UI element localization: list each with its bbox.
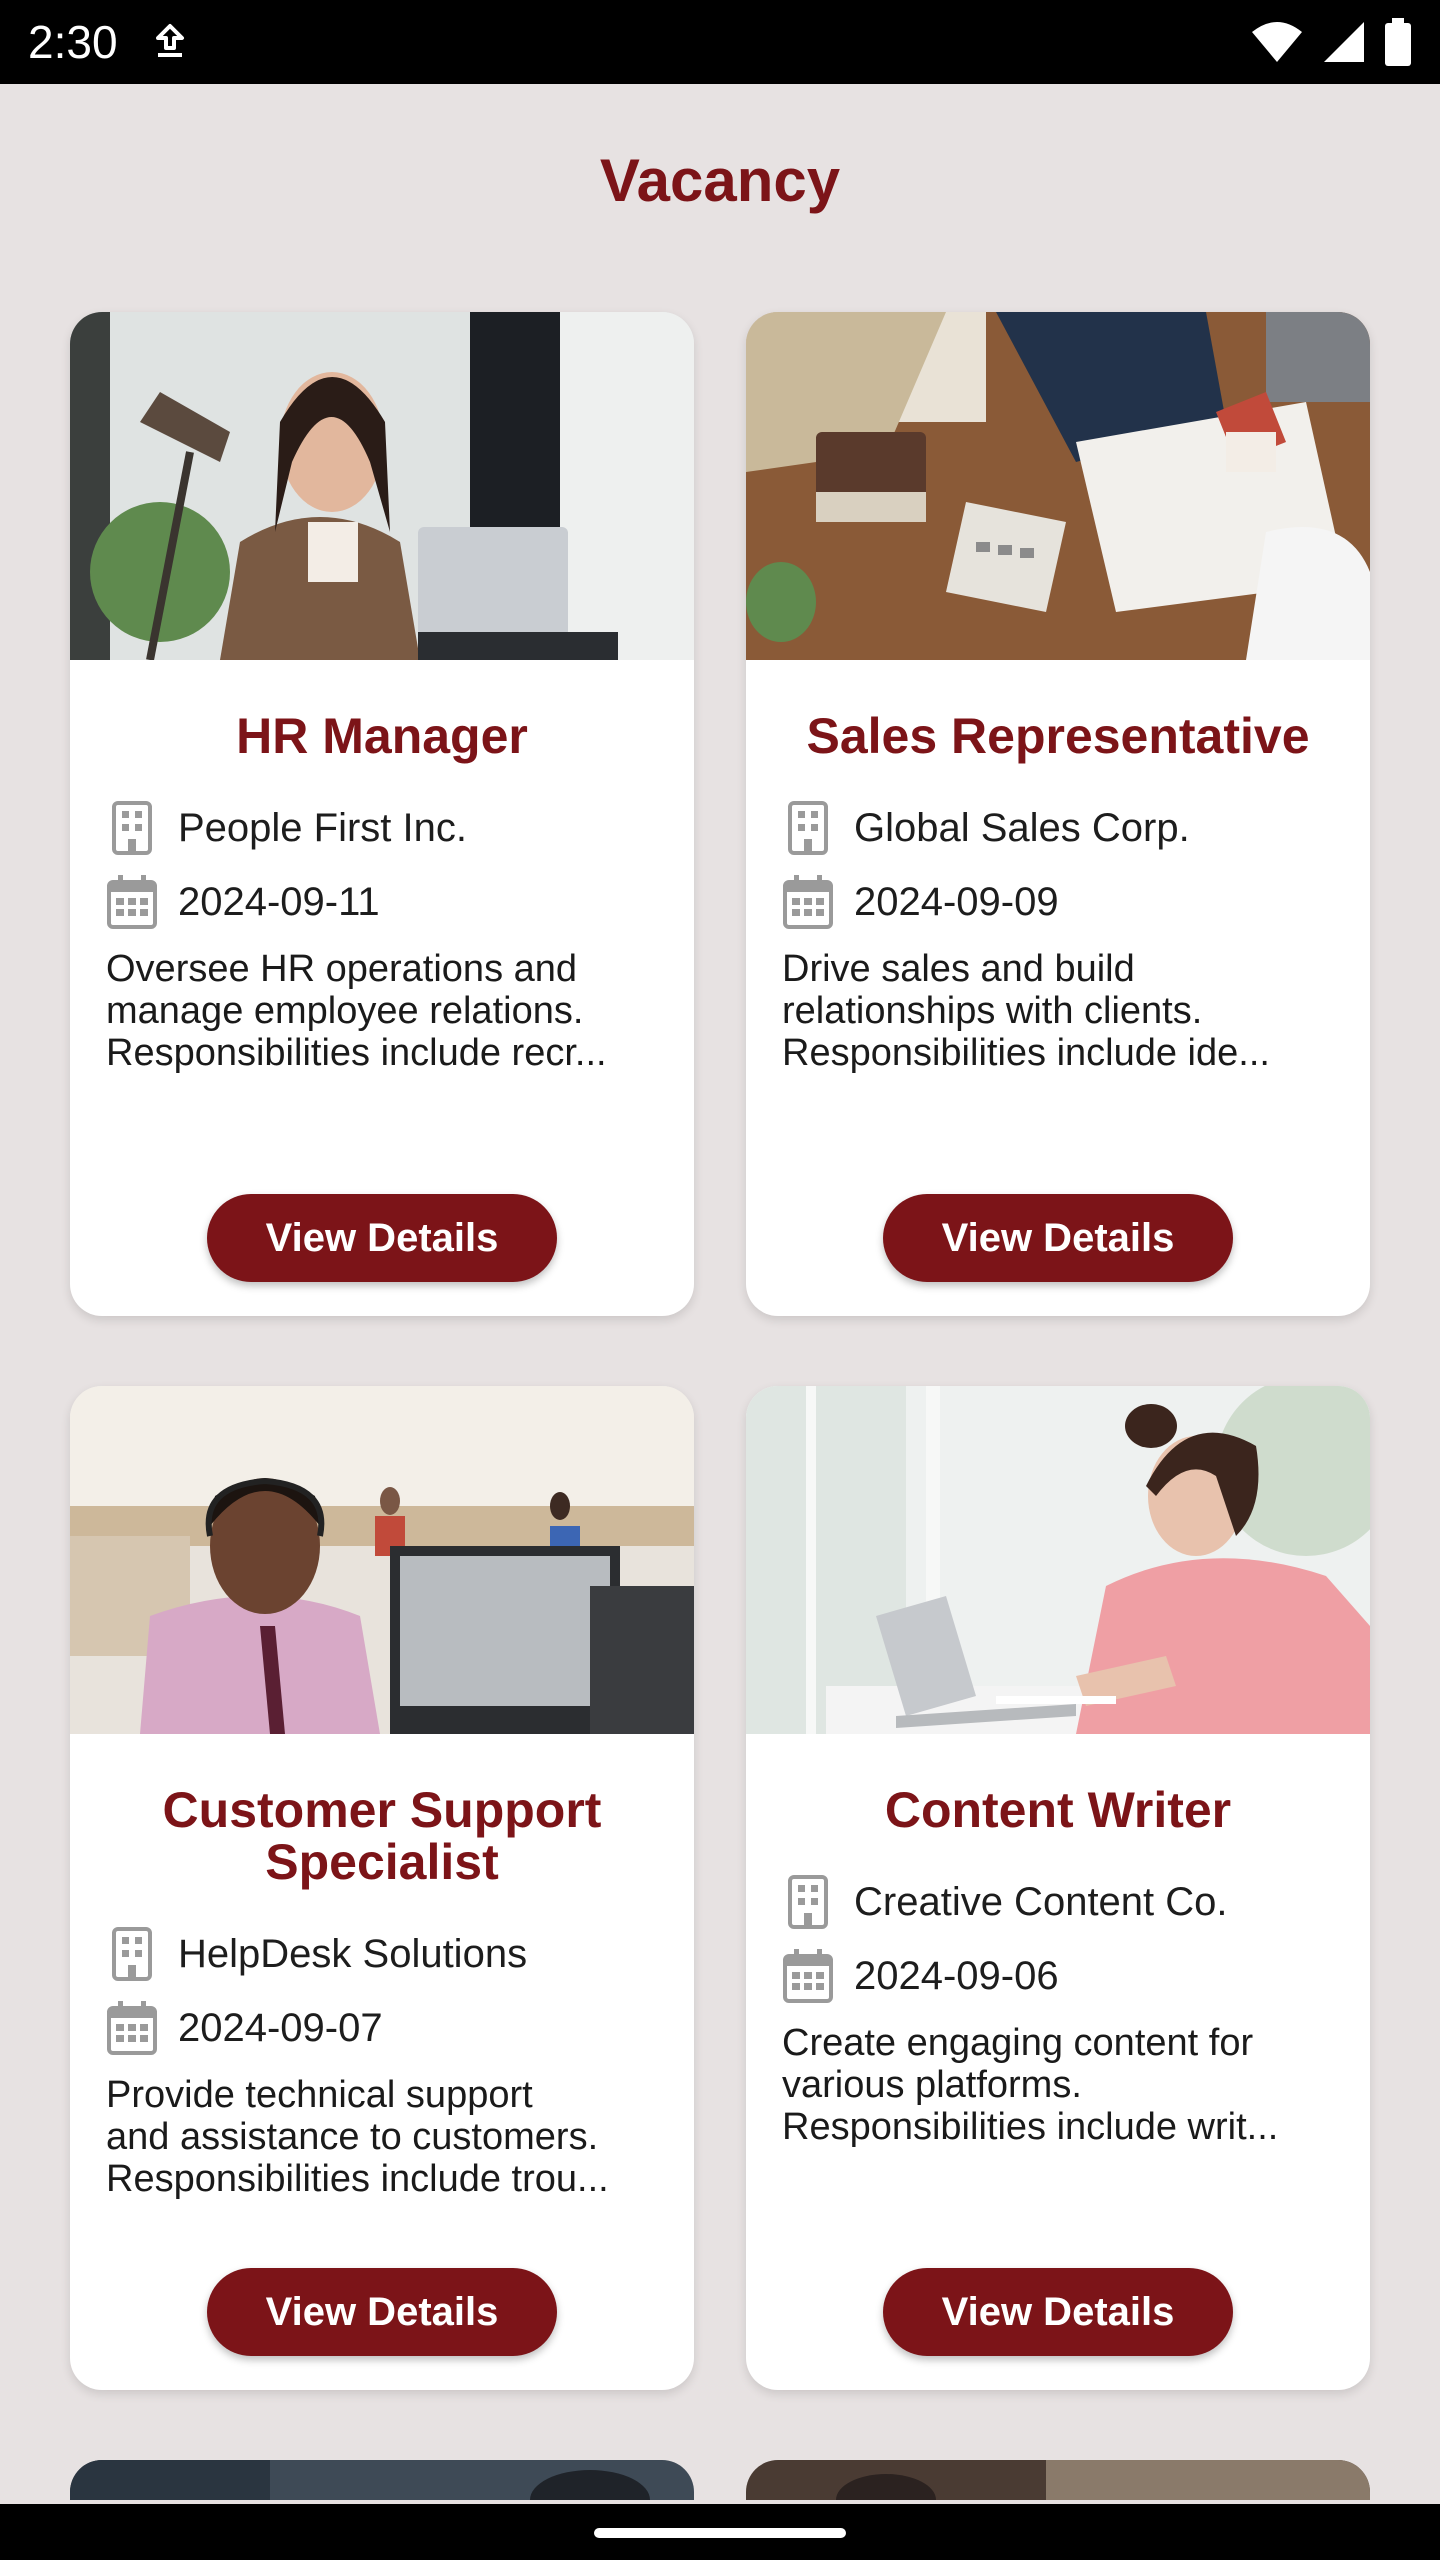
job-description: Oversee HR operations and manage employe… [106,948,607,1074]
view-details-button[interactable]: View Details [207,2268,557,2356]
company-row: People First Inc. [106,798,664,858]
company-name: Creative Content Co. [854,1879,1228,1924]
job-title: Customer Support Specialist [162,1782,602,1890]
date-row: 2024-09-11 [106,872,664,932]
posted-date: 2024-09-07 [178,2005,383,2050]
job-card-partial[interactable] [70,2460,694,2500]
calendar-icon [106,872,158,932]
job-title: Sales Representative [806,708,1310,764]
building-icon [782,1872,834,1932]
calendar-icon [782,872,834,932]
date-row: 2024-09-07 [106,1998,664,2058]
signal-icon [1324,22,1364,62]
job-description: Provide technical support and assistance… [106,2074,609,2200]
job-photo [70,1386,694,1734]
job-photo [746,2460,1370,2500]
page-title: Vacancy [599,147,841,214]
download-icon [156,24,184,57]
company-name: Global Sales Corp. [854,805,1190,850]
calendar-icon [782,1946,834,2006]
posted-date: 2024-09-11 [178,879,380,924]
navigation-bar [0,2504,1440,2560]
building-icon [106,798,158,858]
view-details-button[interactable]: View Details [207,1194,557,1282]
job-title: Content Writer [884,1782,1232,1838]
company-row: Global Sales Corp. [782,798,1340,858]
status-bar: 2:30 [0,0,1440,84]
job-photo [746,312,1370,660]
job-photo [746,1386,1370,1734]
job-card-hr-manager[interactable]: HR Manager People First Inc. 2024-09-11 … [70,312,694,1316]
status-time: 2:30 [28,16,118,68]
calendar-icon [106,1998,158,2058]
job-title: HR Manager [236,708,528,764]
job-description: Drive sales and build relationships with… [782,948,1270,1074]
job-card-partial[interactable] [746,2460,1370,2500]
posted-date: 2024-09-09 [854,879,1059,924]
date-row: 2024-09-06 [782,1946,1340,2006]
company-name: People First Inc. [178,805,468,850]
job-description: Create engaging content for various plat… [782,2022,1279,2148]
job-photo [70,312,694,660]
view-details-button[interactable]: View Details [883,2268,1233,2356]
home-gesture-handle[interactable] [594,2528,846,2538]
company-row: Creative Content Co. [782,1872,1340,1932]
job-card-content-writer[interactable]: Content Writer Creative Content Co. 2024… [746,1386,1370,2390]
job-card-customer-support-specialist[interactable]: Customer Support Specialist HelpDesk Sol… [70,1386,694,2390]
company-row: HelpDesk Solutions [106,1924,664,1984]
view-details-button[interactable]: View Details [883,1194,1233,1282]
job-card-sales-representative[interactable]: Sales Representative Global Sales Corp. … [746,312,1370,1316]
company-name: HelpDesk Solutions [178,1931,528,1976]
wifi-icon [1252,22,1302,62]
posted-date: 2024-09-06 [854,1953,1059,1998]
building-icon [106,1924,158,1984]
date-row: 2024-09-09 [782,872,1340,932]
battery-icon [1385,18,1411,66]
building-icon [782,798,834,858]
job-photo [70,2460,694,2500]
